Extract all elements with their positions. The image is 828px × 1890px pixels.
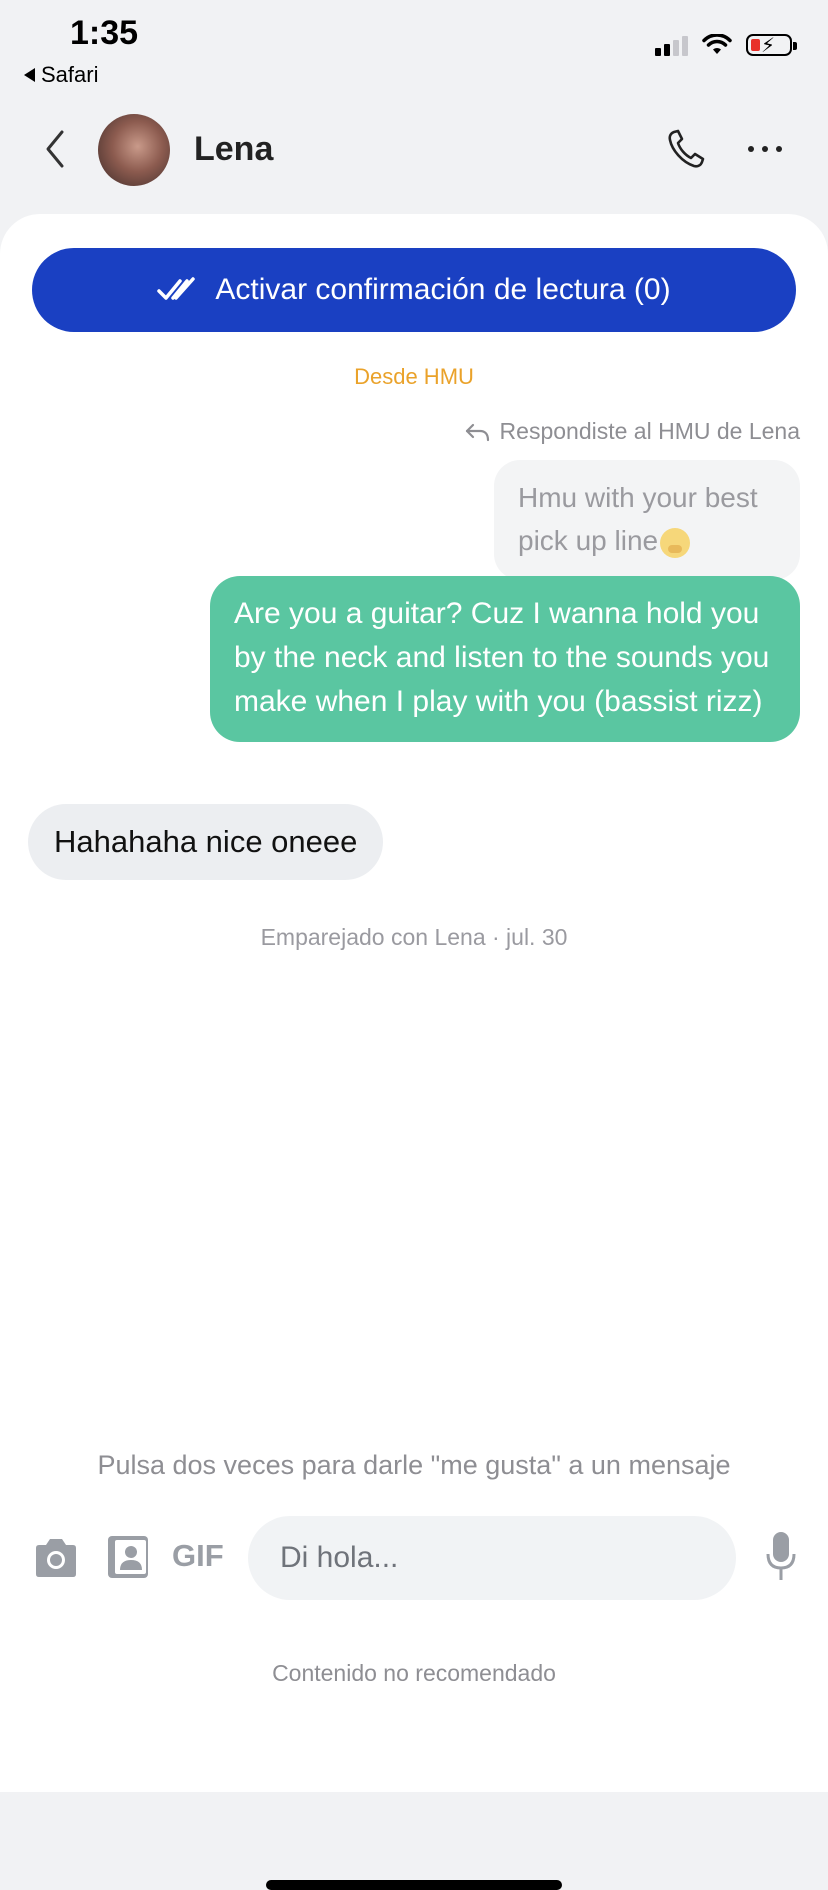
message-input[interactable] bbox=[248, 1516, 736, 1600]
like-hint: Pulsa dos veces para darle "me gusta" a … bbox=[97, 1450, 731, 1480]
replied-note-text: Respondiste al HMU de Lena bbox=[499, 418, 800, 444]
not-recommended-link[interactable]: Contenido no recomendado bbox=[0, 1660, 828, 1687]
read-receipts-label: Activar confirmación de lectura (0) bbox=[215, 273, 671, 306]
quoted-message-text: Hmu with your best pick up line bbox=[518, 482, 758, 556]
avatar[interactable] bbox=[98, 114, 170, 186]
contact-name[interactable]: Lena bbox=[194, 130, 273, 169]
read-receipts-button[interactable]: Activar confirmación de lectura (0) bbox=[32, 248, 796, 332]
double-check-icon bbox=[157, 277, 196, 300]
phone-icon[interactable] bbox=[664, 126, 710, 172]
signal-icon bbox=[655, 34, 688, 56]
back-app-label: Safari bbox=[41, 62, 99, 87]
battery-icon: ⚡ bbox=[746, 34, 797, 57]
hand-over-mouth-emoji-icon bbox=[660, 527, 691, 558]
microphone-icon[interactable] bbox=[766, 1530, 796, 1582]
back-triangle-icon bbox=[24, 68, 35, 82]
received-message-bubble[interactable]: Hahahaha nice oneee bbox=[28, 804, 384, 880]
quoted-hmu-message: Hmu with your best pick up line bbox=[494, 460, 800, 580]
matched-note: Emparejado con Lena · jul. 30 bbox=[260, 924, 568, 950]
reply-arrow-icon bbox=[465, 423, 489, 441]
contact-card-icon[interactable] bbox=[106, 1534, 150, 1580]
message-composer: GIF bbox=[0, 1514, 828, 1604]
sent-message-bubble[interactable]: Are you a guitar? Cuz I wanna hold you b… bbox=[210, 576, 800, 742]
conversation-sheet: Activar confirmación de lectura (0) Desd… bbox=[0, 214, 828, 1890]
source-label: Desde HMU bbox=[354, 364, 474, 389]
gif-button[interactable]: GIF bbox=[172, 1538, 224, 1574]
back-to-app-link[interactable]: Safari bbox=[24, 62, 98, 88]
status-time: 1:35 bbox=[70, 14, 139, 52]
status-indicators: ⚡ bbox=[655, 34, 797, 57]
back-arrow-icon[interactable] bbox=[36, 124, 76, 174]
more-dots-icon[interactable] bbox=[748, 146, 782, 152]
wifi-icon bbox=[702, 34, 732, 54]
replied-note: Respondiste al HMU de Lena bbox=[464, 418, 800, 445]
camera-icon[interactable] bbox=[32, 1536, 80, 1580]
chat-header: Lena bbox=[0, 100, 828, 210]
home-indicator[interactable] bbox=[266, 1880, 562, 1890]
